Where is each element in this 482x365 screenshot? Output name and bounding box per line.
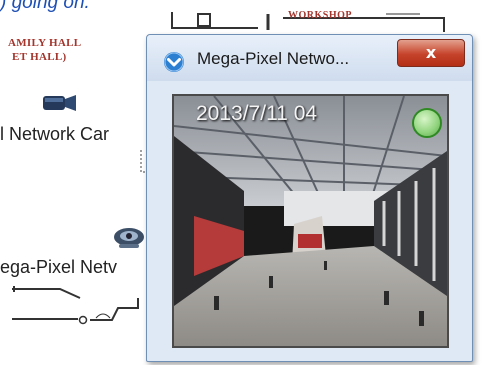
window-title: Mega-Pixel Netwo...: [197, 49, 350, 68]
ptz-camera-icon[interactable]: [112, 226, 146, 250]
camera-icon[interactable]: [40, 94, 80, 112]
connection-status-indicator: [412, 108, 442, 138]
camera-view-window[interactable]: Mega-Pixel Netwo... x 2013/7/11 04: [146, 34, 473, 362]
video-timestamp: 2013/7/11 04: [196, 102, 318, 125]
close-icon[interactable]: x: [397, 39, 465, 67]
chevron-down-icon[interactable]: [163, 51, 185, 73]
workshop-label: WORKSHOP: [288, 10, 353, 21]
camera-label-1[interactable]: l Network Car: [0, 124, 109, 145]
camera-video-feed[interactable]: 2013/7/11 04: [172, 94, 449, 348]
window-titlebar[interactable]: Mega-Pixel Netwo... x: [147, 35, 472, 81]
station-scene-image: [174, 96, 447, 346]
camera-label-2[interactable]: ega-Pixel Netv: [0, 257, 117, 278]
